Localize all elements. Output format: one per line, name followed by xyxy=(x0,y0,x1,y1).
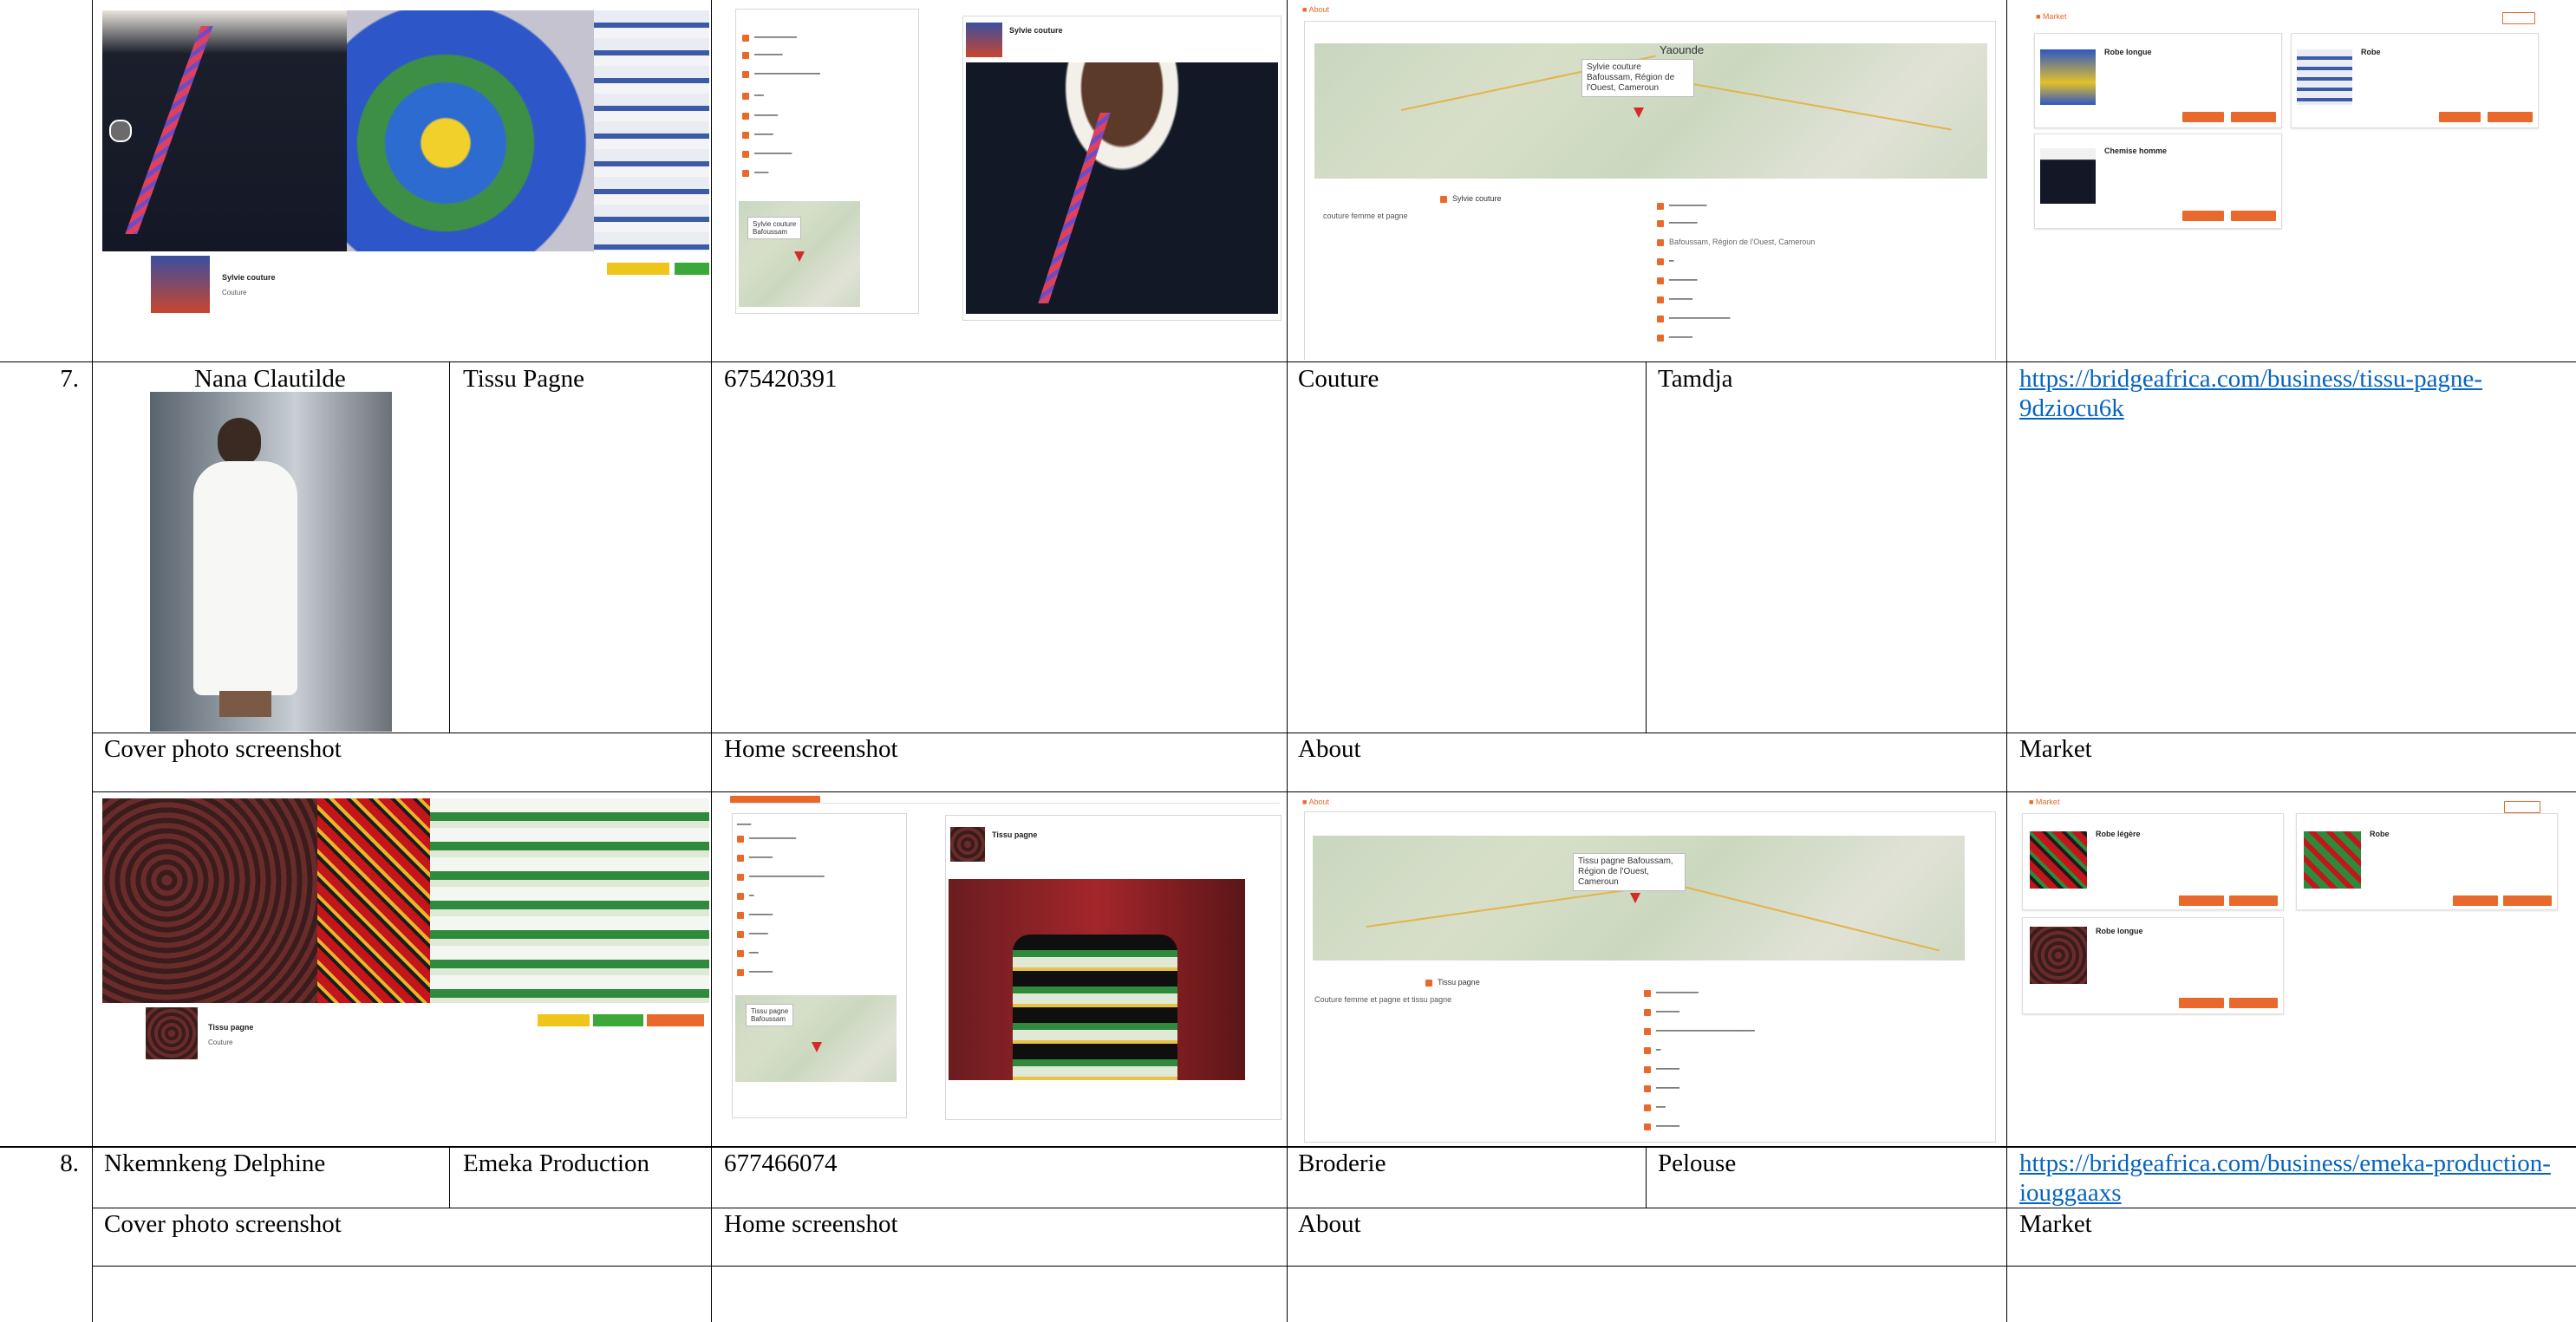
row6-about-desc: couture femme et pagne xyxy=(1323,212,1408,220)
row7-market-item-3: Robe longue xyxy=(2096,927,2143,935)
row7-market-screenshot: ■ Market Robe légère Robe Robe longue xyxy=(2017,796,2576,1143)
row7-phone: 675420391 xyxy=(724,365,838,393)
row6-market-item-3: Chemise homme xyxy=(2104,147,2168,155)
row7-market-item-1: Robe légère xyxy=(2096,830,2141,838)
row6-about-name: Sylvie couture xyxy=(1452,194,1502,203)
row6-cover-screenshot: Sylvie couture Couture xyxy=(102,9,709,360)
row6-home-business-name: Sylvie couture xyxy=(1009,26,1063,35)
row8-location: Pelouse xyxy=(1658,1149,1737,1177)
row7-about-map-label: Tissu pagne Bafoussam, Région de l'Ouest… xyxy=(1573,853,1686,891)
row8-index: 8. xyxy=(60,1149,79,1177)
row6-cover-business-sub: Couture xyxy=(222,289,247,296)
row8-header-cover: Cover photo screenshot xyxy=(104,1210,342,1238)
row8-header-about: About xyxy=(1298,1210,1361,1238)
row7-business: Tissu Pagne xyxy=(463,365,584,393)
row7-home-screenshot: ━━━ ━━━━━━━━━━ ━━━━━ ━━━━━━━━━━━━━━━━ ━ … xyxy=(727,796,1281,1143)
row6-about-map-label: Sylvie couture Bafoussam, Région de l'Ou… xyxy=(1581,59,1694,97)
row7-market-item-2: Robe xyxy=(2370,830,2390,838)
row8-header-home: Home screenshot xyxy=(724,1210,898,1238)
row7-about-name: Tissu pagne xyxy=(1438,978,1480,987)
row6-market-item-1: Robe longue xyxy=(2104,48,2152,56)
row7-about-desc: Couture femme et pagne et tissu pagne xyxy=(1314,995,1452,1004)
row6-market-item-2: Robe xyxy=(2361,48,2381,56)
row6-about-screenshot: ■ About Yaounde Sylvie couture Bafoussam… xyxy=(1297,5,2001,360)
row7-url-line2[interactable]: 9dziocu6k xyxy=(2019,394,2124,423)
row7-cover-business-name: Tissu pagne xyxy=(208,1023,254,1032)
row7-home-business-name: Tissu pagne xyxy=(992,830,1038,839)
row8-name: Nkemnkeng Delphine xyxy=(104,1149,326,1177)
row7-portrait-photo xyxy=(150,392,392,732)
row7-location: Tamdja xyxy=(1658,365,1733,393)
row7-cover-screenshot: Tissu pagne Couture xyxy=(102,796,709,1143)
row8-url-line1[interactable]: https://bridgeafrica.com/business/emeka-… xyxy=(2019,1149,2551,1178)
row8-phone: 677466074 xyxy=(724,1149,838,1177)
row6-market-screenshot: ■ Market Robe longue Robe Chemise homme xyxy=(2017,7,2576,360)
row8-url-line2[interactable]: iouggaaxs xyxy=(2019,1178,2122,1208)
row6-about-map-title: Yaounde xyxy=(1660,43,1705,56)
row7-header-home: Home screenshot xyxy=(724,735,898,763)
row6-about-addr: Bafoussam, Région de l'Ouest, Cameroun xyxy=(1669,238,1816,246)
row8-category: Broderie xyxy=(1298,1149,1386,1177)
row7-name: Nana Clautilde xyxy=(194,365,346,393)
row7-header-about: About xyxy=(1298,735,1361,763)
row7-header-market: Market xyxy=(2019,735,2092,763)
row6-home-screenshot: ━━━━━━━━━ ━━━━━━ ━━━━━━━━━━━━━━ ━━ ━━━━━… xyxy=(727,9,1281,360)
row7-about-screenshot: ■ About Tissu pagne Bafoussam, Région de… xyxy=(1297,796,2001,1143)
row7-url-line1[interactable]: https://bridgeafrica.com/business/tissu-… xyxy=(2019,364,2482,394)
row7-category: Couture xyxy=(1298,365,1379,393)
row8-business: Emeka Production xyxy=(463,1149,650,1177)
row8-header-market: Market xyxy=(2019,1210,2092,1238)
row7-index: 7. xyxy=(60,365,79,393)
row6-cover-business-name: Sylvie couture xyxy=(222,273,276,282)
row7-cover-business-sub: Couture xyxy=(208,1039,233,1046)
row7-header-cover: Cover photo screenshot xyxy=(104,735,342,763)
